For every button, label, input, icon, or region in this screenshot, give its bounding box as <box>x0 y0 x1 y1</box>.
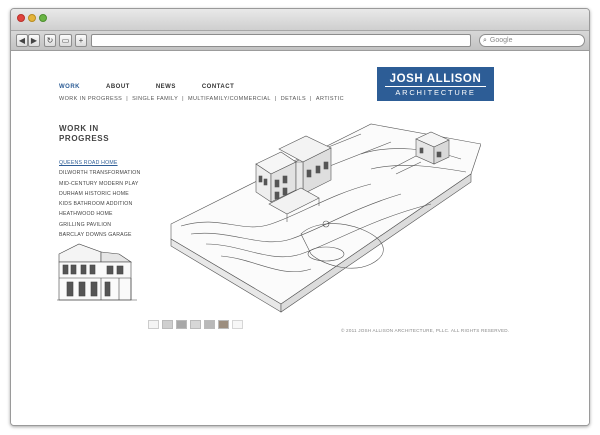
subnav-single-family[interactable]: SINGLE FAMILY <box>132 96 178 102</box>
plus-icon: + <box>78 35 84 45</box>
thumbnail-5[interactable] <box>204 320 215 329</box>
project-list: QUEENS ROAD HOME DILWORTH TRANSFORMATION… <box>59 158 140 240</box>
reload-icon: ↻ <box>46 35 54 45</box>
house-elevation-thumbnail[interactable] <box>57 242 137 304</box>
thumbnail-1[interactable] <box>148 320 159 329</box>
zoom-window-button[interactable] <box>39 14 47 22</box>
address-bar[interactable] <box>91 34 471 47</box>
back-arrow-icon: ◀ <box>18 35 26 45</box>
nav-work[interactable]: WORK <box>59 84 80 90</box>
section-title: WORK IN PROGRESS <box>59 124 110 143</box>
forward-button[interactable]: ▶ <box>28 34 40 47</box>
project-item-kids-bathroom-addition[interactable]: KIDS BATHROOM ADDITION <box>59 199 140 209</box>
image-thumbnails <box>148 320 246 329</box>
sub-nav: WORK IN PROGRESS | SINGLE FAMILY | MULTI… <box>59 96 348 102</box>
browser-toolbar: ◀ ▶ ↻ ▭ + ⌕ Google <box>11 31 589 51</box>
add-bookmark-button[interactable]: + <box>75 34 87 47</box>
back-button[interactable]: ◀ <box>16 34 28 47</box>
forward-arrow-icon: ▶ <box>30 35 38 45</box>
project-item-heathwood-home[interactable]: HEATHWOOD HOME <box>59 209 140 219</box>
bookmark-icon: ▭ <box>61 35 70 45</box>
project-item-mid-century-modern-play[interactable]: MID-CENTURY MODERN PLAY <box>59 179 140 189</box>
nav-news[interactable]: NEWS <box>156 84 176 90</box>
subnav-multifamily-commercial[interactable]: MULTIFAMILY/COMMERCIAL <box>188 96 271 102</box>
project-item-durham-historic-home[interactable]: DURHAM HISTORIC HOME <box>59 189 140 199</box>
thumbnail-2[interactable] <box>162 320 173 329</box>
logo-name: JOSH ALLISON <box>389 73 482 85</box>
main-nav: WORK ABOUT NEWS CONTACT <box>59 84 260 90</box>
title-bar <box>11 9 589 31</box>
site-plan-drawing <box>170 123 481 313</box>
copyright-text: © 2011 JOSH ALLISON ARCHITECTURE, PLLC. … <box>341 328 510 333</box>
thumbnail-3[interactable] <box>176 320 187 329</box>
browser-window: ◀ ▶ ↻ ▭ + ⌕ Google WORK ABOUT NEWS CONTA… <box>10 8 590 426</box>
subnav-details[interactable]: DETAILS <box>281 96 306 102</box>
page-content: WORK ABOUT NEWS CONTACT WORK IN PROGRESS… <box>11 52 589 425</box>
subnav-separator: | <box>182 96 184 102</box>
subnav-work-in-progress[interactable]: WORK IN PROGRESS <box>59 96 122 102</box>
project-item-grilling-pavilion[interactable]: GRILLING PAVILION <box>59 220 140 230</box>
project-item-dilworth-transformation[interactable]: DILWORTH TRANSFORMATION <box>59 168 140 178</box>
site-logo[interactable]: JOSH ALLISON ARCHITECTURE <box>377 67 494 101</box>
project-item-barclay-downs-garage[interactable]: BARCLAY DOWNS GARAGE <box>59 230 140 240</box>
nav-about[interactable]: ABOUT <box>106 84 130 90</box>
subnav-separator: | <box>126 96 129 102</box>
close-window-button[interactable] <box>17 14 25 22</box>
minimize-window-button[interactable] <box>28 14 36 22</box>
reload-button[interactable]: ↻ <box>44 34 56 47</box>
thumbnail-4[interactable] <box>190 320 201 329</box>
subnav-separator: | <box>310 96 312 102</box>
search-field[interactable]: ⌕ Google <box>479 34 585 47</box>
bookmark-button[interactable]: ▭ <box>59 34 72 47</box>
subnav-separator: | <box>274 96 277 102</box>
thumbnail-6[interactable] <box>218 320 229 329</box>
nav-contact[interactable]: CONTACT <box>202 84 234 90</box>
search-placeholder: Google <box>489 37 513 44</box>
previous-arrow[interactable]: « <box>63 231 66 237</box>
thumbnail-7[interactable] <box>232 320 243 329</box>
logo-subtitle: ARCHITECTURE <box>385 86 486 97</box>
project-item-queens-road-home[interactable]: QUEENS ROAD HOME <box>59 158 140 168</box>
subnav-artistic[interactable]: ARTISTIC <box>316 96 344 102</box>
search-icon: ⌕ <box>483 36 487 44</box>
